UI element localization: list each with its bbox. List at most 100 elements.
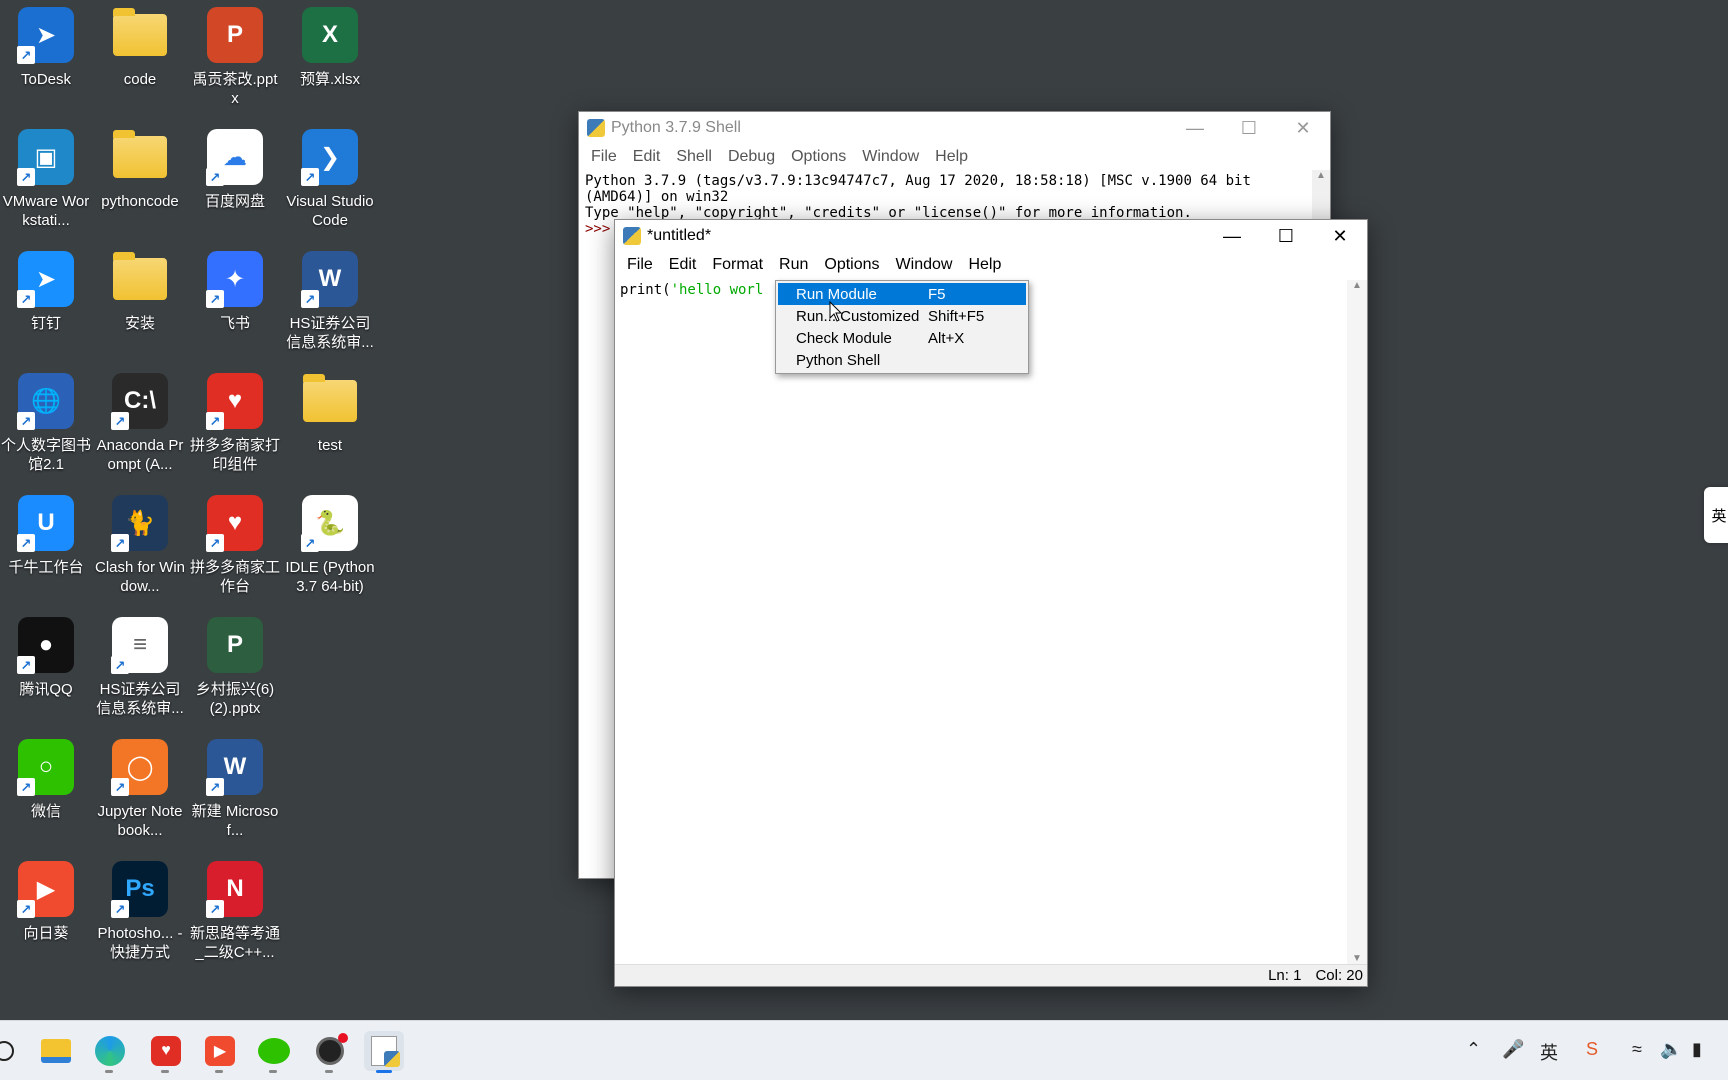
run-menu-item-run-customized[interactable]: Run... Customized Shift+F5 xyxy=(778,305,1026,327)
editor-menu-edit[interactable]: Edit xyxy=(661,252,705,278)
desktop-icon[interactable]: ☁ ↗ 百度网盘 xyxy=(189,128,281,211)
baidu-netdisk-icon: ☁ ↗ xyxy=(206,128,264,186)
search-icon xyxy=(0,1041,14,1061)
desktop-icon-label: IDLE (Python 3.7 64-bit) xyxy=(285,559,375,595)
desktop-icon[interactable]: ✦ ↗ 飞书 xyxy=(189,250,281,333)
shell-menu-edit[interactable]: Edit xyxy=(625,144,669,170)
desktop-icon[interactable]: ♥ ↗ 拼多多商家打印组件 xyxy=(189,372,281,474)
tray-ime[interactable]: 英 xyxy=(1540,1039,1558,1065)
editor-text-area[interactable]: print('hello worl xyxy=(615,280,1347,964)
desktop-icon[interactable]: 安装 xyxy=(94,250,186,333)
desktop-icon[interactable]: ❯ ↗ Visual Studio Code xyxy=(284,128,376,230)
wechat-icon: ○ ↗ xyxy=(17,738,75,796)
desktop-icon[interactable]: W ↗ 新建 Microsof... xyxy=(189,738,281,840)
desktop-icon[interactable]: 🌐 ↗ 个人数字图书馆2.1 xyxy=(0,372,92,474)
desktop-icon[interactable]: ◯ ↗ Jupyter Notebook... xyxy=(94,738,186,840)
menu-item-label: Check Module xyxy=(796,329,892,347)
shell-menu-options[interactable]: Options xyxy=(783,144,854,170)
sogou-icon[interactable]: S xyxy=(1586,1039,1598,1060)
editor-menu-window[interactable]: Window xyxy=(888,252,961,278)
desktop-icon[interactable]: Ps ↗ Photosho... - 快捷方式 xyxy=(94,860,186,962)
editor-menu-file[interactable]: File xyxy=(619,252,661,278)
shell-menu-help[interactable]: Help xyxy=(927,144,976,170)
desktop-icon[interactable]: P 禹贡茶改.pptx xyxy=(189,6,281,108)
maximize-button[interactable]: ☐ xyxy=(1222,112,1276,144)
folder-icon xyxy=(111,250,169,308)
start-button[interactable] xyxy=(0,1031,26,1071)
code-function: print( xyxy=(620,282,671,298)
volume-icon[interactable]: 🔈 xyxy=(1660,1039,1682,1060)
editor-title: *untitled* xyxy=(647,227,712,244)
run-menu-item-run-module[interactable]: Run Module F5 xyxy=(778,283,1026,305)
desktop-icon[interactable]: test xyxy=(284,372,376,455)
shortcut-arrow-icon: ↗ xyxy=(17,778,35,796)
menu-item-shortcut: F5 xyxy=(928,285,946,303)
taskbar-file-explorer[interactable] xyxy=(36,1031,76,1071)
taskbar-pinduoduo[interactable]: ♥ xyxy=(146,1031,186,1073)
desktop-icon-label: 钉钉 xyxy=(30,315,61,332)
chevron-up-icon[interactable]: ⌃ xyxy=(1466,1039,1481,1060)
taskbar-edge[interactable] xyxy=(90,1031,130,1073)
editor-menu-format[interactable]: Format xyxy=(704,252,771,278)
desktop-icon[interactable]: C:\ ↗ Anaconda Prompt (A... xyxy=(94,372,186,474)
desktop-icon[interactable]: ▶ ↗ 向日葵 xyxy=(0,860,92,943)
desktop-icon-label: 新思路等考通_二级C++... xyxy=(189,925,280,961)
taskbar-obs[interactable] xyxy=(310,1031,350,1073)
taskbar-sunflower[interactable]: ▶ xyxy=(200,1031,240,1073)
shell-menu-file[interactable]: File xyxy=(583,144,625,170)
desktop-icon[interactable]: X 预算.xlsx xyxy=(284,6,376,89)
run-menu-item-python-shell[interactable]: Python Shell xyxy=(778,349,1026,371)
maximize-button[interactable]: ☐ xyxy=(1259,220,1313,252)
desktop-icon[interactable]: N ↗ 新思路等考通_二级C++... xyxy=(189,860,281,962)
shell-menu-window[interactable]: Window xyxy=(854,144,927,170)
microphone-icon[interactable]: 🎤 xyxy=(1502,1039,1524,1060)
shortcut-arrow-icon: ↗ xyxy=(301,534,319,552)
editor-titlebar[interactable]: *untitled* — ☐ ✕ xyxy=(615,220,1367,252)
desktop-icon[interactable]: ● ↗ 腾讯QQ xyxy=(0,616,92,699)
desktop-icon-label: pythoncode xyxy=(101,193,179,210)
minimize-button[interactable]: — xyxy=(1205,220,1259,252)
desktop-icon[interactable]: ➤ ↗ ToDesk xyxy=(0,6,92,89)
desktop-icon[interactable]: ▣ ↗ VMware Workstati... xyxy=(0,128,92,230)
shortcut-arrow-icon: ↗ xyxy=(17,656,35,674)
status-line: Ln: 1 xyxy=(1268,967,1302,984)
desktop-icon[interactable]: ♥ ↗ 拼多多商家工作台 xyxy=(189,494,281,596)
shortcut-arrow-icon: ↗ xyxy=(301,290,319,308)
desktop-icon[interactable]: ○ ↗ 微信 xyxy=(0,738,92,821)
scroll-up-arrow-icon[interactable]: ▲ xyxy=(1347,280,1367,291)
desktop-icon[interactable]: ≡ ↗ HS证券公司信息系统审... xyxy=(94,616,186,718)
wifi-icon[interactable]: ≈ xyxy=(1632,1039,1642,1060)
editor-menu-options[interactable]: Options xyxy=(816,252,887,278)
shell-titlebar[interactable]: Python 3.7.9 Shell — ☐ ✕ xyxy=(579,112,1330,144)
desktop-icon[interactable]: ➤ ↗ 钉钉 xyxy=(0,250,92,333)
desktop-icon[interactable]: code xyxy=(94,6,186,89)
desktop-icon[interactable]: 🐍 ↗ IDLE (Python 3.7 64-bit) xyxy=(284,494,376,596)
shortcut-arrow-icon: ↗ xyxy=(206,412,224,430)
shell-menu-debug[interactable]: Debug xyxy=(720,144,783,170)
desktop-icon-label: 个人数字图书馆2.1 xyxy=(0,437,91,473)
scroll-up-arrow-icon[interactable]: ▲ xyxy=(1312,170,1330,181)
desktop-icon-label: Clash for Window... xyxy=(94,559,186,595)
desktop-icon[interactable]: P 乡村振兴(6)(2).pptx xyxy=(189,616,281,718)
wechat-icon xyxy=(258,1038,290,1064)
editor-menu-help[interactable]: Help xyxy=(960,252,1009,278)
desktop-icon[interactable]: U ↗ 千牛工作台 xyxy=(0,494,92,577)
shell-menu-shell[interactable]: Shell xyxy=(668,144,720,170)
battery-icon[interactable]: ▮ xyxy=(1692,1039,1702,1060)
folder-icon xyxy=(301,372,359,430)
taskbar-python-idle[interactable] xyxy=(364,1031,404,1073)
run-menu-item-check-module[interactable]: Check Module Alt+X xyxy=(778,327,1026,349)
desktop-icon-label: Photosho... - 快捷方式 xyxy=(97,925,183,961)
desktop-icon[interactable]: W ↗ HS证券公司信息系统审... xyxy=(284,250,376,352)
ime-indicator[interactable]: 英 xyxy=(1704,487,1728,543)
todesk-icon: ➤ ↗ xyxy=(17,6,75,64)
minimize-button[interactable]: — xyxy=(1168,112,1222,144)
desktop-icon[interactable]: 🐈 ↗ Clash for Window... xyxy=(94,494,186,596)
close-button[interactable]: ✕ xyxy=(1276,112,1330,144)
editor-scrollbar[interactable]: ▲ ▼ xyxy=(1347,280,1367,964)
scroll-down-arrow-icon[interactable]: ▼ xyxy=(1347,953,1367,964)
taskbar-wechat[interactable] xyxy=(254,1031,294,1073)
editor-menu-run[interactable]: Run xyxy=(771,252,816,278)
desktop-icon[interactable]: pythoncode xyxy=(94,128,186,211)
close-button[interactable]: ✕ xyxy=(1313,220,1367,252)
